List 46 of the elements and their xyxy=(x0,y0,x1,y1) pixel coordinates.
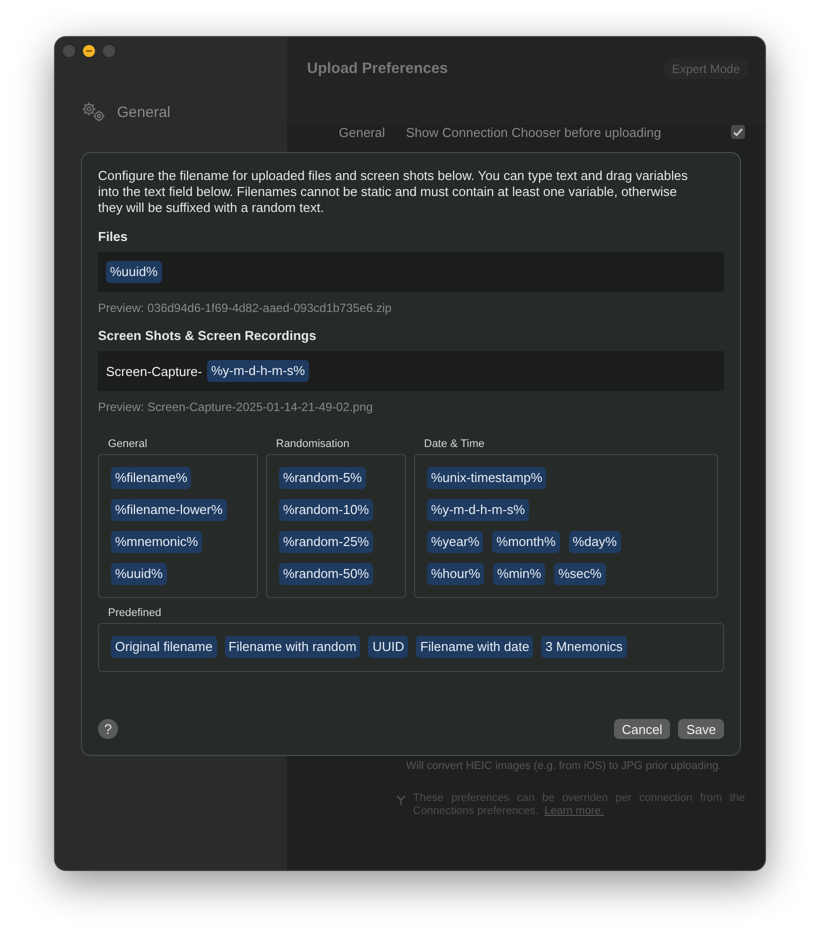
filename-field[interactable]: %uuid% xyxy=(98,252,724,292)
save-button[interactable]: Save xyxy=(678,719,724,739)
field-text: Screen-Capture- xyxy=(106,364,202,378)
minimize-button[interactable] xyxy=(83,45,95,57)
preset-token[interactable]: Filename with random xyxy=(224,636,360,658)
setting-label: Show Connection Chooser before uploading xyxy=(406,124,662,140)
variable-token[interactable]: %random-10% xyxy=(279,499,373,521)
variable-token[interactable]: %mnemonic% xyxy=(111,531,202,553)
help-button[interactable]: ? xyxy=(98,719,118,739)
variable-token[interactable]: %uuid% xyxy=(111,563,167,585)
variable-token[interactable]: %sec% xyxy=(554,563,606,585)
variable-token[interactable]: %year% xyxy=(427,531,484,553)
variable-token[interactable]: %random-25% xyxy=(279,531,373,553)
group-label: Date & Time xyxy=(424,438,486,450)
checkbox[interactable] xyxy=(731,125,745,139)
intro-text: Configure the filename for uploaded files and screen shots below. You can type text and drag variables into the text field below. Filenames cannot be static and must contain at least one variable, otherwise they will be suffixed with a random text. xyxy=(98,168,689,216)
group-label: Predefined xyxy=(108,607,162,619)
group-label: General xyxy=(108,438,148,450)
section-heading: Screen Shots & Screen Recordings xyxy=(98,328,318,343)
variable-token[interactable]: %y-m-d-h-m-s% xyxy=(207,360,309,382)
filename-field[interactable]: Screen-Capture- %y-m-d-h-m-s% xyxy=(98,351,724,391)
branch-icon xyxy=(395,794,407,806)
section-label: General xyxy=(338,124,385,140)
variable-token[interactable]: %unix-timestamp% xyxy=(427,467,546,489)
variable-token[interactable]: %random-5% xyxy=(279,467,366,489)
preset-token[interactable]: Original filename xyxy=(111,636,217,658)
variable-token[interactable]: %hour% xyxy=(427,563,484,585)
preview-text: Preview: 036d94d6-1f69-4d82-aaed-093cd1b735e6.zip xyxy=(98,301,393,315)
preview-text: Preview: Screen-Capture-2025-01-14-21-49-02.png xyxy=(98,400,374,414)
preset-token[interactable]: Filename with date xyxy=(416,636,534,658)
variable-token[interactable]: %uuid% xyxy=(106,261,162,283)
window-title: Upload Preferences xyxy=(307,60,448,76)
group-label: Randomisation xyxy=(276,438,350,450)
variable-token[interactable]: %y-m-d-h-m-s% xyxy=(427,499,529,521)
variable-token[interactable]: %filename-lower% xyxy=(111,499,227,521)
gears-icon xyxy=(81,101,107,123)
variable-token[interactable]: %random-50% xyxy=(279,563,373,585)
variable-token[interactable]: %month% xyxy=(492,531,560,553)
section-heading: Files xyxy=(98,229,129,244)
variable-token[interactable]: %day% xyxy=(568,531,621,553)
preset-token[interactable]: UUID xyxy=(368,636,408,658)
sidebar-item[interactable]: General xyxy=(65,99,277,125)
variable-token[interactable]: %min% xyxy=(493,563,546,585)
cancel-button[interactable]: Cancel xyxy=(614,719,670,739)
preset-token[interactable]: 3 Mnemonics xyxy=(541,636,627,658)
variable-token[interactable]: %filename% xyxy=(111,467,192,489)
